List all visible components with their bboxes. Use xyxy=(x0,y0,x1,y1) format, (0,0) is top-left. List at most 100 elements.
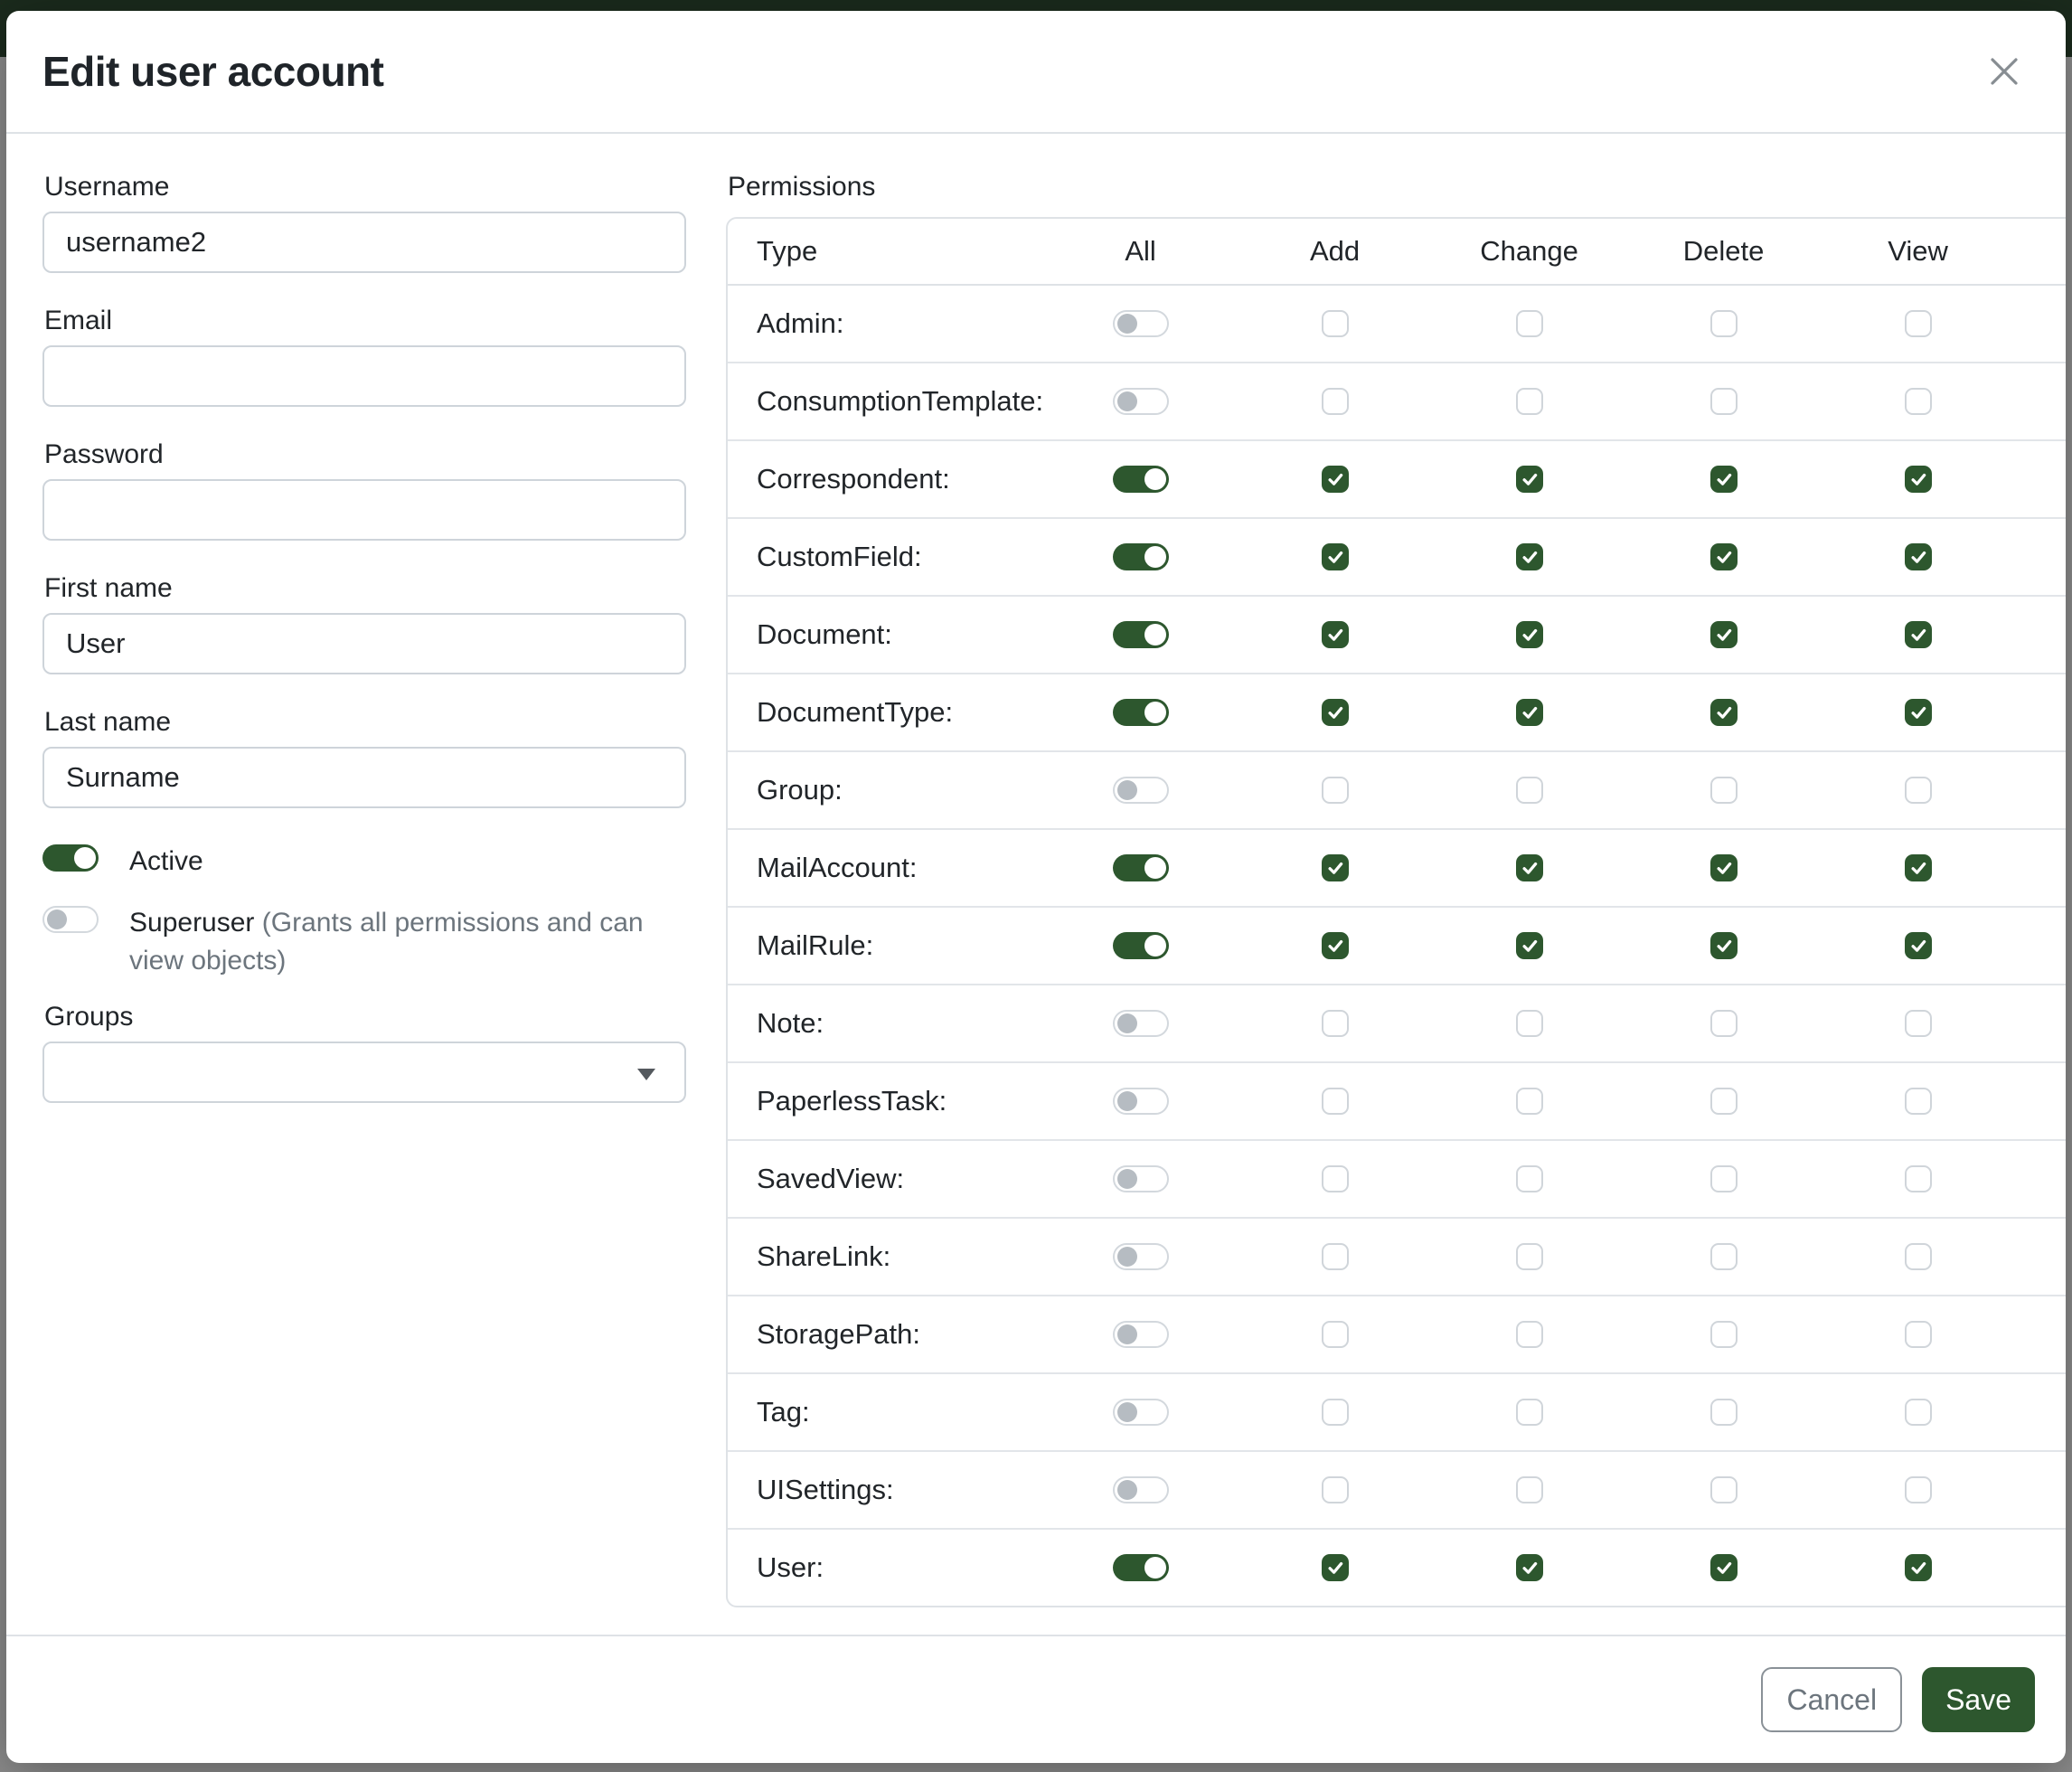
superuser-toggle[interactable] xyxy=(42,906,99,933)
change-checkbox-6[interactable] xyxy=(1516,777,1543,804)
change-checkbox-16[interactable] xyxy=(1516,1554,1543,1581)
add-checkbox-9[interactable] xyxy=(1322,1010,1349,1037)
delete-checkbox-13[interactable] xyxy=(1710,1321,1738,1348)
view-checkbox-13[interactable] xyxy=(1905,1321,1932,1348)
add-checkbox-11[interactable] xyxy=(1322,1165,1349,1192)
toggle-all-8[interactable] xyxy=(1113,932,1169,959)
toggle-all-15[interactable] xyxy=(1113,1476,1169,1503)
change-checkbox-7[interactable] xyxy=(1516,854,1543,881)
permission-type-label: Admin: xyxy=(728,307,1043,340)
delete-checkbox-10[interactable] xyxy=(1710,1088,1738,1115)
delete-checkbox-5[interactable] xyxy=(1710,699,1738,726)
add-checkbox-1[interactable] xyxy=(1322,388,1349,415)
delete-checkbox-7[interactable] xyxy=(1710,854,1738,881)
add-checkbox-14[interactable] xyxy=(1322,1399,1349,1426)
view-checkbox-0[interactable] xyxy=(1905,310,1932,337)
delete-checkbox-1[interactable] xyxy=(1710,388,1738,415)
close-button[interactable] xyxy=(1983,50,2026,93)
change-checkbox-8[interactable] xyxy=(1516,932,1543,959)
delete-checkbox-14[interactable] xyxy=(1710,1399,1738,1426)
change-checkbox-15[interactable] xyxy=(1516,1476,1543,1503)
delete-checkbox-16[interactable] xyxy=(1710,1554,1738,1581)
view-checkbox-15[interactable] xyxy=(1905,1476,1932,1503)
change-checkbox-3[interactable] xyxy=(1516,543,1543,570)
add-checkbox-3[interactable] xyxy=(1322,543,1349,570)
add-checkbox-10[interactable] xyxy=(1322,1088,1349,1115)
add-checkbox-8[interactable] xyxy=(1322,932,1349,959)
permission-row: DocumentType: xyxy=(728,674,2066,752)
delete-checkbox-2[interactable] xyxy=(1710,466,1738,493)
delete-checkbox-12[interactable] xyxy=(1710,1243,1738,1270)
view-checkbox-5[interactable] xyxy=(1905,699,1932,726)
delete-checkbox-0[interactable] xyxy=(1710,310,1738,337)
add-checkbox-6[interactable] xyxy=(1322,777,1349,804)
view-checkbox-9[interactable] xyxy=(1905,1010,1932,1037)
change-checkbox-4[interactable] xyxy=(1516,621,1543,648)
add-checkbox-2[interactable] xyxy=(1322,466,1349,493)
delete-checkbox-11[interactable] xyxy=(1710,1165,1738,1192)
view-checkbox-10[interactable] xyxy=(1905,1088,1932,1115)
change-checkbox-12[interactable] xyxy=(1516,1243,1543,1270)
add-checkbox-0[interactable] xyxy=(1322,310,1349,337)
add-checkbox-15[interactable] xyxy=(1322,1476,1349,1503)
change-checkbox-9[interactable] xyxy=(1516,1010,1543,1037)
toggle-all-1[interactable] xyxy=(1113,388,1169,415)
toggle-all-5[interactable] xyxy=(1113,699,1169,726)
username-input[interactable] xyxy=(42,212,686,273)
toggle-all-0[interactable] xyxy=(1113,310,1169,337)
delete-checkbox-4[interactable] xyxy=(1710,621,1738,648)
save-button[interactable]: Save xyxy=(1922,1667,2035,1732)
view-checkbox-2[interactable] xyxy=(1905,466,1932,493)
toggle-all-7[interactable] xyxy=(1113,854,1169,881)
last-name-field[interactable] xyxy=(42,747,686,808)
delete-checkbox-6[interactable] xyxy=(1710,777,1738,804)
change-checkbox-0[interactable] xyxy=(1516,310,1543,337)
toggle-all-16[interactable] xyxy=(1113,1554,1169,1581)
permission-row: SavedView: xyxy=(728,1141,2066,1219)
delete-checkbox-3[interactable] xyxy=(1710,543,1738,570)
cancel-button[interactable]: Cancel xyxy=(1761,1667,1902,1732)
change-checkbox-2[interactable] xyxy=(1516,466,1543,493)
email-field[interactable] xyxy=(42,345,686,407)
first-name-field[interactable] xyxy=(42,613,686,674)
add-checkbox-4[interactable] xyxy=(1322,621,1349,648)
change-checkbox-1[interactable] xyxy=(1516,388,1543,415)
view-checkbox-4[interactable] xyxy=(1905,621,1932,648)
view-checkbox-16[interactable] xyxy=(1905,1554,1932,1581)
active-toggle[interactable] xyxy=(42,844,99,872)
password-field[interactable] xyxy=(42,479,686,541)
change-checkbox-11[interactable] xyxy=(1516,1165,1543,1192)
view-checkbox-14[interactable] xyxy=(1905,1399,1932,1426)
add-checkbox-12[interactable] xyxy=(1322,1243,1349,1270)
change-checkbox-13[interactable] xyxy=(1516,1321,1543,1348)
toggle-all-10[interactable] xyxy=(1113,1088,1169,1115)
toggle-all-12[interactable] xyxy=(1113,1243,1169,1270)
change-checkbox-14[interactable] xyxy=(1516,1399,1543,1426)
toggle-all-14[interactable] xyxy=(1113,1399,1169,1426)
toggle-all-4[interactable] xyxy=(1113,621,1169,648)
toggle-all-3[interactable] xyxy=(1113,543,1169,570)
permission-row: MailAccount: xyxy=(728,830,2066,908)
add-checkbox-5[interactable] xyxy=(1322,699,1349,726)
toggle-all-9[interactable] xyxy=(1113,1010,1169,1037)
view-checkbox-3[interactable] xyxy=(1905,543,1932,570)
toggle-all-11[interactable] xyxy=(1113,1165,1169,1192)
add-checkbox-7[interactable] xyxy=(1322,854,1349,881)
toggle-all-2[interactable] xyxy=(1113,466,1169,493)
change-checkbox-10[interactable] xyxy=(1516,1088,1543,1115)
delete-checkbox-9[interactable] xyxy=(1710,1010,1738,1037)
view-checkbox-11[interactable] xyxy=(1905,1165,1932,1192)
view-checkbox-8[interactable] xyxy=(1905,932,1932,959)
view-checkbox-1[interactable] xyxy=(1905,388,1932,415)
view-checkbox-7[interactable] xyxy=(1905,854,1932,881)
view-checkbox-6[interactable] xyxy=(1905,777,1932,804)
add-checkbox-16[interactable] xyxy=(1322,1554,1349,1581)
view-checkbox-12[interactable] xyxy=(1905,1243,1932,1270)
toggle-all-6[interactable] xyxy=(1113,777,1169,804)
toggle-all-13[interactable] xyxy=(1113,1321,1169,1348)
delete-checkbox-15[interactable] xyxy=(1710,1476,1738,1503)
groups-select[interactable] xyxy=(42,1042,686,1103)
change-checkbox-5[interactable] xyxy=(1516,699,1543,726)
delete-checkbox-8[interactable] xyxy=(1710,932,1738,959)
add-checkbox-13[interactable] xyxy=(1322,1321,1349,1348)
